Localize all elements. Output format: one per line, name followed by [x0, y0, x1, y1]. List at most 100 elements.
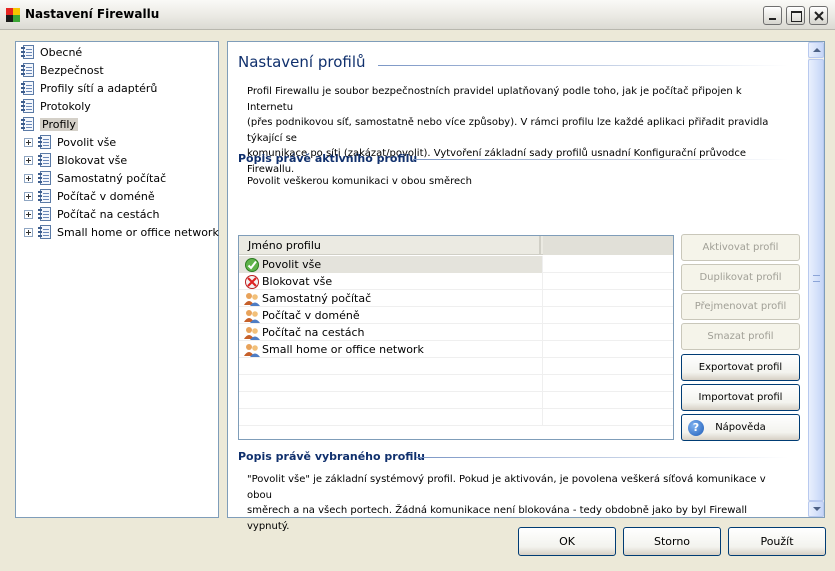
page-title: Nastavení profilů [238, 53, 366, 71]
tree-item-profily[interactable]: Profily [20, 116, 78, 133]
users-icon [244, 325, 260, 341]
tree-item-povolit-vse[interactable]: Povolit vše [24, 134, 116, 151]
tree-item-small-home-office[interactable]: Small home or office network [24, 224, 219, 241]
active-profile-heading: Popis právě aktivního profilu [238, 152, 418, 165]
title-bar: Nastavení Firewallu [0, 0, 835, 30]
scroll-up-button[interactable] [808, 42, 824, 58]
content-panel: Nastavení profilů Profil Firewallu je so… [227, 41, 808, 532]
tree-item-label: Protokoly [40, 100, 91, 113]
selected-profile-text: "Povolit vše" je základní systémový prof… [247, 474, 766, 532]
apply-button[interactable]: Použít [728, 527, 826, 556]
tree-item-profily-siti[interactable]: Profily sítí a adaptérů [20, 80, 157, 97]
document-icon [37, 171, 52, 186]
document-icon [37, 153, 52, 168]
expand-icon[interactable] [24, 156, 33, 165]
column-header-name[interactable]: Jméno profilu [239, 236, 541, 255]
table-row-empty [239, 358, 673, 375]
section-divider [416, 457, 788, 458]
section-divider [413, 159, 788, 160]
expand-icon[interactable] [24, 210, 33, 219]
users-icon [244, 342, 260, 358]
help-icon: ? [688, 420, 704, 436]
rename-profile-button[interactable]: Přejmenovat profil [681, 293, 800, 320]
table-row-empty [239, 375, 673, 392]
tree-item-label: Profily sítí a adaptérů [40, 82, 158, 95]
block-shield-icon [244, 274, 260, 290]
document-icon [20, 99, 35, 114]
grip-icon [813, 275, 820, 282]
selected-profile-heading: Popis právě vybraného profilu [238, 450, 426, 463]
tree-item-blokovat-vse[interactable]: Blokovat vše [24, 152, 127, 169]
tree-item-label: Blokovat vše [57, 154, 128, 167]
tree-item-label: Počítač na cestách [57, 208, 160, 221]
expand-icon[interactable] [24, 192, 33, 201]
document-icon [37, 135, 52, 150]
import-profile-button[interactable]: Importovat profil [681, 384, 800, 411]
ok-button[interactable]: OK [518, 527, 616, 556]
tree-item-label: Počítač v doméně [57, 190, 155, 203]
duplicate-profile-button[interactable]: Duplikovat profil [681, 264, 800, 291]
users-icon [244, 308, 260, 324]
table-row[interactable]: Počítač na cestách [239, 324, 673, 341]
profile-name: Počítač na cestách [262, 326, 365, 339]
table-row[interactable]: Blokovat vše [239, 273, 673, 290]
tree-item-label: Samostatný počítač [57, 172, 167, 185]
table-row-empty [239, 409, 673, 426]
tree-item-label: Povolit vše [57, 136, 117, 149]
export-profile-button[interactable]: Exportovat profil [681, 354, 800, 381]
delete-profile-button[interactable]: Smazat profil [681, 323, 800, 350]
document-icon [20, 81, 35, 96]
users-icon [244, 291, 260, 307]
tree-item-bezpecnost[interactable]: Bezpečnost [20, 62, 104, 79]
document-icon [20, 63, 35, 78]
table-row[interactable]: Povolit vše [239, 256, 673, 273]
check-shield-icon [244, 257, 260, 273]
document-icon [37, 207, 52, 222]
title-divider [378, 65, 788, 66]
app-logo-icon [6, 8, 20, 22]
window-title: Nastavení Firewallu [25, 7, 160, 21]
tree-item-label: Profily [40, 118, 78, 131]
cancel-button[interactable]: Storno [623, 527, 721, 556]
expand-icon[interactable] [24, 174, 33, 183]
table-header: Jméno profilu [239, 236, 673, 255]
scroll-down-button[interactable] [808, 501, 824, 517]
profiles-table[interactable]: Jméno profilu Povolit vše Blokovat vše S… [238, 235, 674, 440]
activate-profile-button[interactable]: Aktivovat profil [681, 234, 800, 261]
close-button[interactable] [809, 6, 828, 25]
profile-name: Povolit vše [262, 258, 322, 271]
tree-item-protokoly[interactable]: Protokoly [20, 98, 91, 115]
tree-item-pocitac-na-cestach[interactable]: Počítač na cestách [24, 206, 160, 223]
expand-icon[interactable] [24, 228, 33, 237]
table-row-empty [239, 392, 673, 409]
table-row[interactable]: Samostatný počítač [239, 290, 673, 307]
tree-item-label: Obecné [40, 46, 83, 59]
document-icon [37, 189, 52, 204]
tree-item-label: Bezpečnost [40, 64, 104, 77]
vertical-scrollbar[interactable] [808, 41, 825, 518]
arrow-down-icon [813, 507, 821, 511]
tree-item-label: Small home or office network [57, 226, 219, 239]
column-header-empty [543, 236, 673, 255]
profile-name: Small home or office network [262, 343, 424, 356]
arrow-up-icon [813, 48, 821, 52]
active-profile-text: Povolit veškerou komunikaci v obou směre… [247, 176, 473, 187]
tree-item-pocitac-v-domene[interactable]: Počítač v doméně [24, 188, 155, 205]
expand-icon[interactable] [24, 138, 33, 147]
minimize-button[interactable] [763, 6, 782, 25]
profile-name: Samostatný počítač [262, 292, 372, 305]
settings-tree[interactable]: Obecné Bezpečnost Profily sítí a adaptér… [15, 41, 219, 518]
close-icon [814, 11, 824, 21]
profile-name: Počítač v doméně [262, 309, 360, 322]
document-icon [37, 225, 52, 240]
maximize-button[interactable] [786, 6, 805, 25]
profile-name: Blokovat vše [262, 275, 333, 288]
help-button[interactable]: ? Nápověda [681, 414, 800, 441]
tree-item-obecne[interactable]: Obecné [20, 44, 82, 61]
document-icon [20, 45, 35, 60]
table-row[interactable]: Počítač v doméně [239, 307, 673, 324]
scrollbar-thumb[interactable] [808, 59, 824, 501]
document-icon [20, 117, 35, 132]
table-row[interactable]: Small home or office network [239, 341, 673, 358]
tree-item-samostatny-pocitac[interactable]: Samostatný počítač [24, 170, 166, 187]
